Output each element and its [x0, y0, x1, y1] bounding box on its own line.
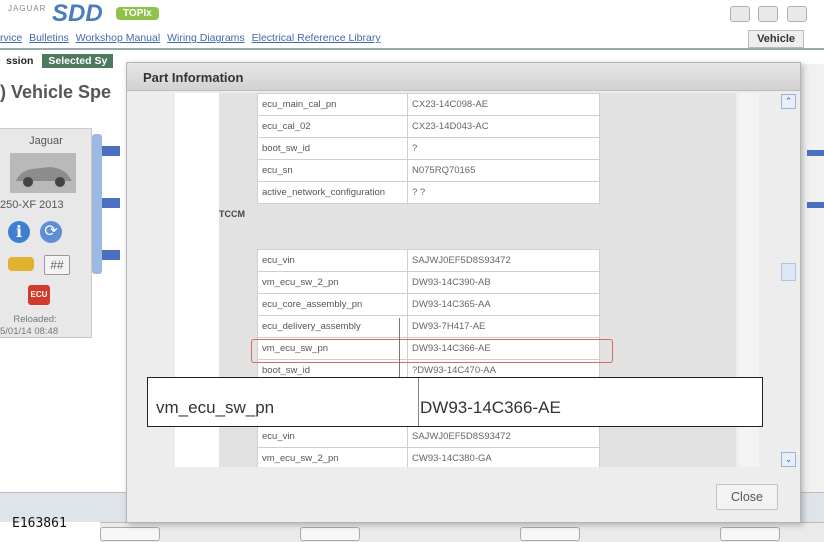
part-row: vm_ecu_sw_2_pn DW93-14C390-AB	[257, 271, 600, 294]
page-title: ) Vehicle Spe	[0, 82, 112, 102]
tab-bar: ssion Selected Sy	[0, 54, 114, 70]
part-key: ecu_core_assembly_pn	[257, 293, 408, 316]
part-key: boot_sw_id	[257, 137, 408, 160]
reloaded-time: 5/01/14 08:48	[0, 326, 59, 337]
module-name: TCCM	[219, 209, 245, 219]
part-value: DW93-14C365-AA	[407, 293, 600, 316]
part-value: DW93-7H417-AE	[407, 315, 600, 338]
part-value: CW93-14C380-GA	[407, 447, 600, 467]
part-value: ?	[407, 137, 600, 160]
tools-icon[interactable]	[758, 6, 779, 22]
refresh-icon[interactable]: ⟳	[40, 221, 62, 243]
part-key: vm_ecu_sw_2_pn	[257, 447, 408, 467]
tab-selected-symptoms[interactable]: Selected Sy	[42, 54, 114, 68]
highlighted-row-outline	[251, 339, 613, 363]
part-value: DW93-14C390-AB	[407, 271, 600, 294]
part-row: ecu_sn N075RQ70165	[257, 159, 600, 182]
figure-id: E163861	[12, 516, 67, 531]
callout-divider	[418, 378, 419, 426]
part-table-previous-module: ecu_main_cal_pn CX23-14C098-AE ecu_cal_02 C…	[257, 93, 600, 204]
connector-bar	[92, 134, 102, 274]
key-icon[interactable]	[8, 257, 34, 271]
part-value: CX23-14C098-AE	[407, 93, 600, 116]
tab-session[interactable]: ssion	[0, 54, 39, 68]
part-value: CX23-14D043-AC	[407, 115, 600, 138]
nav-link-service[interactable]: rvice	[0, 32, 22, 44]
part-row: ecu_cal_02 CX23-14D043-AC	[257, 115, 600, 138]
network-icon[interactable]	[730, 6, 750, 22]
part-table-next-module: ecu_vin SAJWJ0EF5D8S93472 vm_ecu_sw_2_pn CW…	[257, 425, 600, 467]
part-row: ecu_core_assembly_pn DW93-14C365-AA	[257, 293, 600, 316]
part-row: active_network_configuration? ?	[257, 181, 600, 204]
callout-pointer	[399, 318, 400, 378]
part-key: active_network_configuration	[257, 181, 408, 204]
part-value: SAJWJ0EF5D8S93472	[407, 249, 600, 272]
bottom-toolbar-button[interactable]	[520, 527, 580, 541]
dialog-titlebar: Part Information	[127, 63, 800, 91]
part-key: ecu_main_cal_pn	[257, 93, 408, 116]
hash-icon[interactable]: ##	[44, 255, 70, 275]
ecu-icon[interactable]: ECU	[28, 285, 50, 305]
nav-divider	[0, 48, 824, 50]
right-panel-edge	[800, 64, 824, 504]
part-key: vm_ecu_sw_2_pn	[257, 271, 408, 294]
vehicle-card: Jaguar 250-XF 2013 i ⟳ ## ECU Reloaded: …	[0, 128, 92, 338]
nav-link-wiring-diagrams[interactable]: Wiring Diagrams	[167, 32, 245, 44]
part-key: ecu_delivery_assembly	[257, 315, 408, 338]
app-header: JAGUAR SDD TOPIx	[0, 0, 824, 30]
callout-zoom: vm_ecu_sw_pn DW93-14C366-AE	[147, 377, 763, 427]
settings-icon[interactable]	[786, 6, 807, 22]
part-row: ecu_delivery_assembly DW93-7H417-AE	[257, 315, 600, 338]
nav-link-bulletins[interactable]: Bulletins	[29, 32, 69, 44]
jaguar-logo: JAGUAR	[8, 4, 47, 13]
part-row: ecu_main_cal_pn CX23-14C098-AE	[257, 93, 600, 116]
part-key: ecu_cal_02	[257, 115, 408, 138]
scroll-up-icon[interactable]: ⌃	[781, 94, 796, 109]
part-key: ecu_sn	[257, 159, 408, 182]
right-panel-marker	[807, 150, 824, 156]
bottom-toolbar-button[interactable]	[300, 527, 360, 541]
part-key: ecu_vin	[257, 425, 408, 448]
part-value: ? ?	[407, 181, 600, 204]
header-toolbar	[730, 6, 811, 27]
bottom-toolbar-button[interactable]	[720, 527, 780, 541]
callout-key: vm_ecu_sw_pn	[156, 398, 275, 417]
topix-badge[interactable]: TOPIx	[116, 7, 159, 20]
part-value: N075RQ70165	[407, 159, 600, 182]
right-panel-marker	[807, 202, 824, 208]
vehicle-model: 250-XF 2013	[0, 199, 64, 211]
scroll-down-icon[interactable]: ⌄	[781, 452, 796, 467]
part-key: ecu_vin	[257, 249, 408, 272]
bottom-toolbar	[100, 522, 824, 542]
info-icon[interactable]: i	[8, 221, 30, 243]
part-row: boot_sw_id?	[257, 137, 600, 160]
nav-link-electrical-reference-library[interactable]: Electrical Reference Library	[252, 32, 381, 44]
vehicle-tab[interactable]: Vehicle	[748, 30, 804, 48]
dialog-title: Part Information	[143, 70, 244, 85]
callout-value: DW93-14C366-AE	[420, 398, 561, 417]
connector-stub	[102, 250, 120, 260]
bottom-toolbar-button[interactable]	[100, 527, 160, 541]
part-row: vm_ecu_sw_2_pn CW93-14C380-GA	[257, 447, 600, 467]
part-value: SAJWJ0EF5D8S93472	[407, 425, 600, 448]
part-row: ecu_vin SAJWJ0EF5D8S93472	[257, 425, 600, 448]
reloaded-label: Reloaded:	[13, 314, 57, 325]
close-button[interactable]: Close	[716, 484, 778, 510]
part-information-dialog: Part Information ecu_main_cal_pn CX23-14C…	[126, 62, 801, 523]
connector-stub	[102, 146, 120, 156]
nav-links: rvice Bulletins Workshop Manual Wiring D…	[0, 32, 824, 48]
connector-stub	[102, 198, 120, 208]
nav-link-workshop-manual[interactable]: Workshop Manual	[76, 32, 160, 44]
sdd-logo: SDD	[52, 0, 103, 27]
car-image	[10, 153, 76, 193]
part-row: ecu_vin SAJWJ0EF5D8S93472	[257, 249, 600, 272]
vehicle-make: Jaguar	[29, 135, 63, 147]
scrollbar-thumb[interactable]	[781, 263, 796, 281]
